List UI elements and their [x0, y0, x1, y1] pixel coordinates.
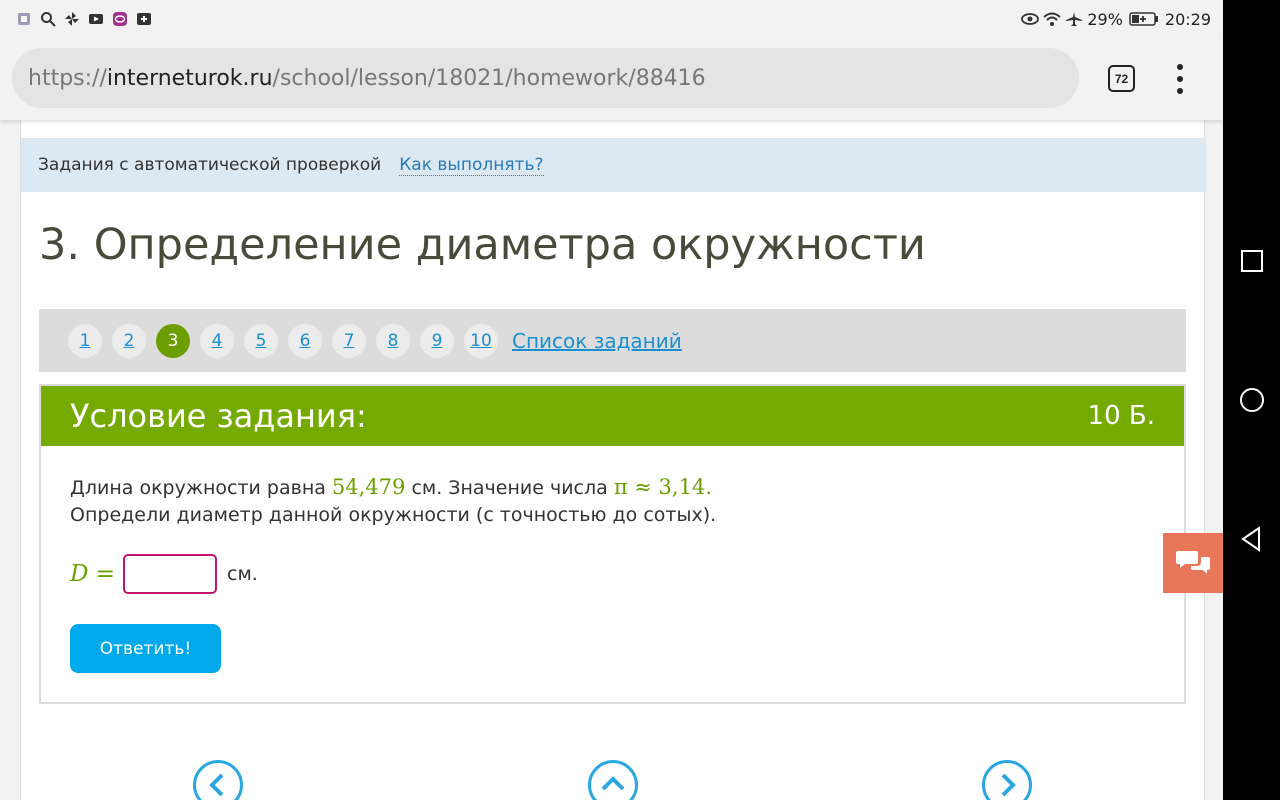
pager-item-9[interactable]: 9: [420, 323, 454, 358]
task-pager: 1 2 3 4 5 6 7 8 9 10 Список заданий: [39, 309, 1186, 372]
info-strip: Задания с автоматической проверкой Как в…: [21, 138, 1206, 192]
airplane-mode-icon: [1065, 11, 1083, 27]
previous-task-button[interactable]: [193, 760, 243, 800]
app-notification-icon: [16, 11, 32, 27]
task-card: Условие задания: 10 Б. Длина окружности …: [39, 384, 1186, 704]
answer-row: D = см.: [70, 554, 258, 594]
condition-text-a: Длина окружности равна: [70, 477, 332, 499]
task-score: 10 Б.: [1087, 401, 1155, 431]
status-bar: 29% 20:29: [0, 0, 1223, 38]
page-title: 3. Определение диаметра окружности: [39, 220, 926, 270]
pager-item-6[interactable]: 6: [288, 323, 322, 358]
pager-item-4[interactable]: 4: [200, 323, 234, 358]
messenger-icon: [112, 11, 128, 27]
menu-dot: [1177, 88, 1183, 94]
circle-icon: [1240, 388, 1264, 412]
web-page: Задания с автоматической проверкой Как в…: [20, 120, 1206, 800]
condition-line-2: Определи диаметр данной окружности (с то…: [70, 504, 717, 526]
condition-text-b: см. Значение числа: [405, 477, 614, 499]
wifi-icon: [1043, 11, 1061, 27]
pager-item-3-active[interactable]: 3: [156, 323, 190, 358]
tab-switcher-button[interactable]: 72: [1108, 65, 1135, 92]
pager-item-10[interactable]: 10: [464, 323, 498, 358]
home-button[interactable]: [1237, 385, 1267, 415]
triangle-back-icon: [1241, 526, 1260, 552]
menu-dot: [1177, 76, 1183, 82]
answer-variable: D =: [70, 561, 116, 587]
task-condition: Длина окружности равна 54,479 см. Значен…: [70, 474, 716, 529]
pager-item-1[interactable]: 1: [68, 323, 102, 358]
recents-button[interactable]: [1237, 246, 1267, 276]
browser-menu-button[interactable]: [1170, 64, 1190, 94]
back-button[interactable]: [1237, 524, 1267, 554]
menu-dot: [1177, 64, 1183, 70]
search-icon: [40, 11, 56, 27]
pager-item-7[interactable]: 7: [332, 323, 366, 358]
square-icon: [1241, 250, 1263, 272]
auto-check-label: Задания с автоматической проверкой: [38, 155, 382, 175]
task-header-title: Условие задания:: [70, 397, 367, 435]
android-nav-bar: [1223, 0, 1280, 800]
address-bar[interactable]: https://interneturok.ru/school/lesson/18…: [12, 48, 1079, 108]
browser-toolbar: https://interneturok.ru/school/lesson/18…: [0, 38, 1223, 120]
task-header: Условие задания: 10 Б.: [41, 386, 1184, 446]
task-list-link[interactable]: Список заданий: [512, 329, 682, 353]
chevron-left-icon: [209, 773, 224, 797]
chat-bubbles-icon: [1176, 551, 1210, 574]
add-icon: [136, 11, 152, 27]
pager-item-5[interactable]: 5: [244, 323, 278, 358]
circumference-value: 54,479: [331, 475, 406, 499]
chat-button[interactable]: [1163, 533, 1223, 593]
battery-charging-icon: [1129, 11, 1159, 27]
how-to-link[interactable]: Как выполнять?: [399, 155, 544, 176]
url-scheme: https://: [28, 65, 107, 91]
next-task-button[interactable]: [982, 760, 1032, 800]
url-path: /school/lesson/18021/homework/88416: [272, 65, 706, 91]
battery-percent: 29%: [1087, 9, 1123, 29]
pinwheel-icon: [64, 11, 80, 27]
condition-line-1: Длина окружности равна 54,479 см. Значен…: [70, 474, 716, 502]
chevron-up-icon: [601, 776, 625, 791]
submit-answer-button[interactable]: Ответить!: [70, 624, 221, 673]
pager-item-8[interactable]: 8: [376, 323, 410, 358]
diameter-input[interactable]: [123, 554, 218, 594]
pager-item-2[interactable]: 2: [112, 323, 146, 358]
url-domain: interneturok.ru: [106, 65, 273, 91]
notification-icons: [16, 11, 152, 27]
system-status: 29% 20:29: [1021, 10, 1211, 29]
pi-approximation: π ≈ 3,14.: [613, 475, 712, 499]
scroll-up-button[interactable]: [588, 760, 638, 800]
answer-unit: см.: [227, 563, 258, 585]
chevron-right-icon: [1001, 773, 1016, 797]
youtube-icon: [88, 11, 104, 27]
eye-icon: [1021, 11, 1040, 27]
clock: 20:29: [1164, 9, 1211, 29]
